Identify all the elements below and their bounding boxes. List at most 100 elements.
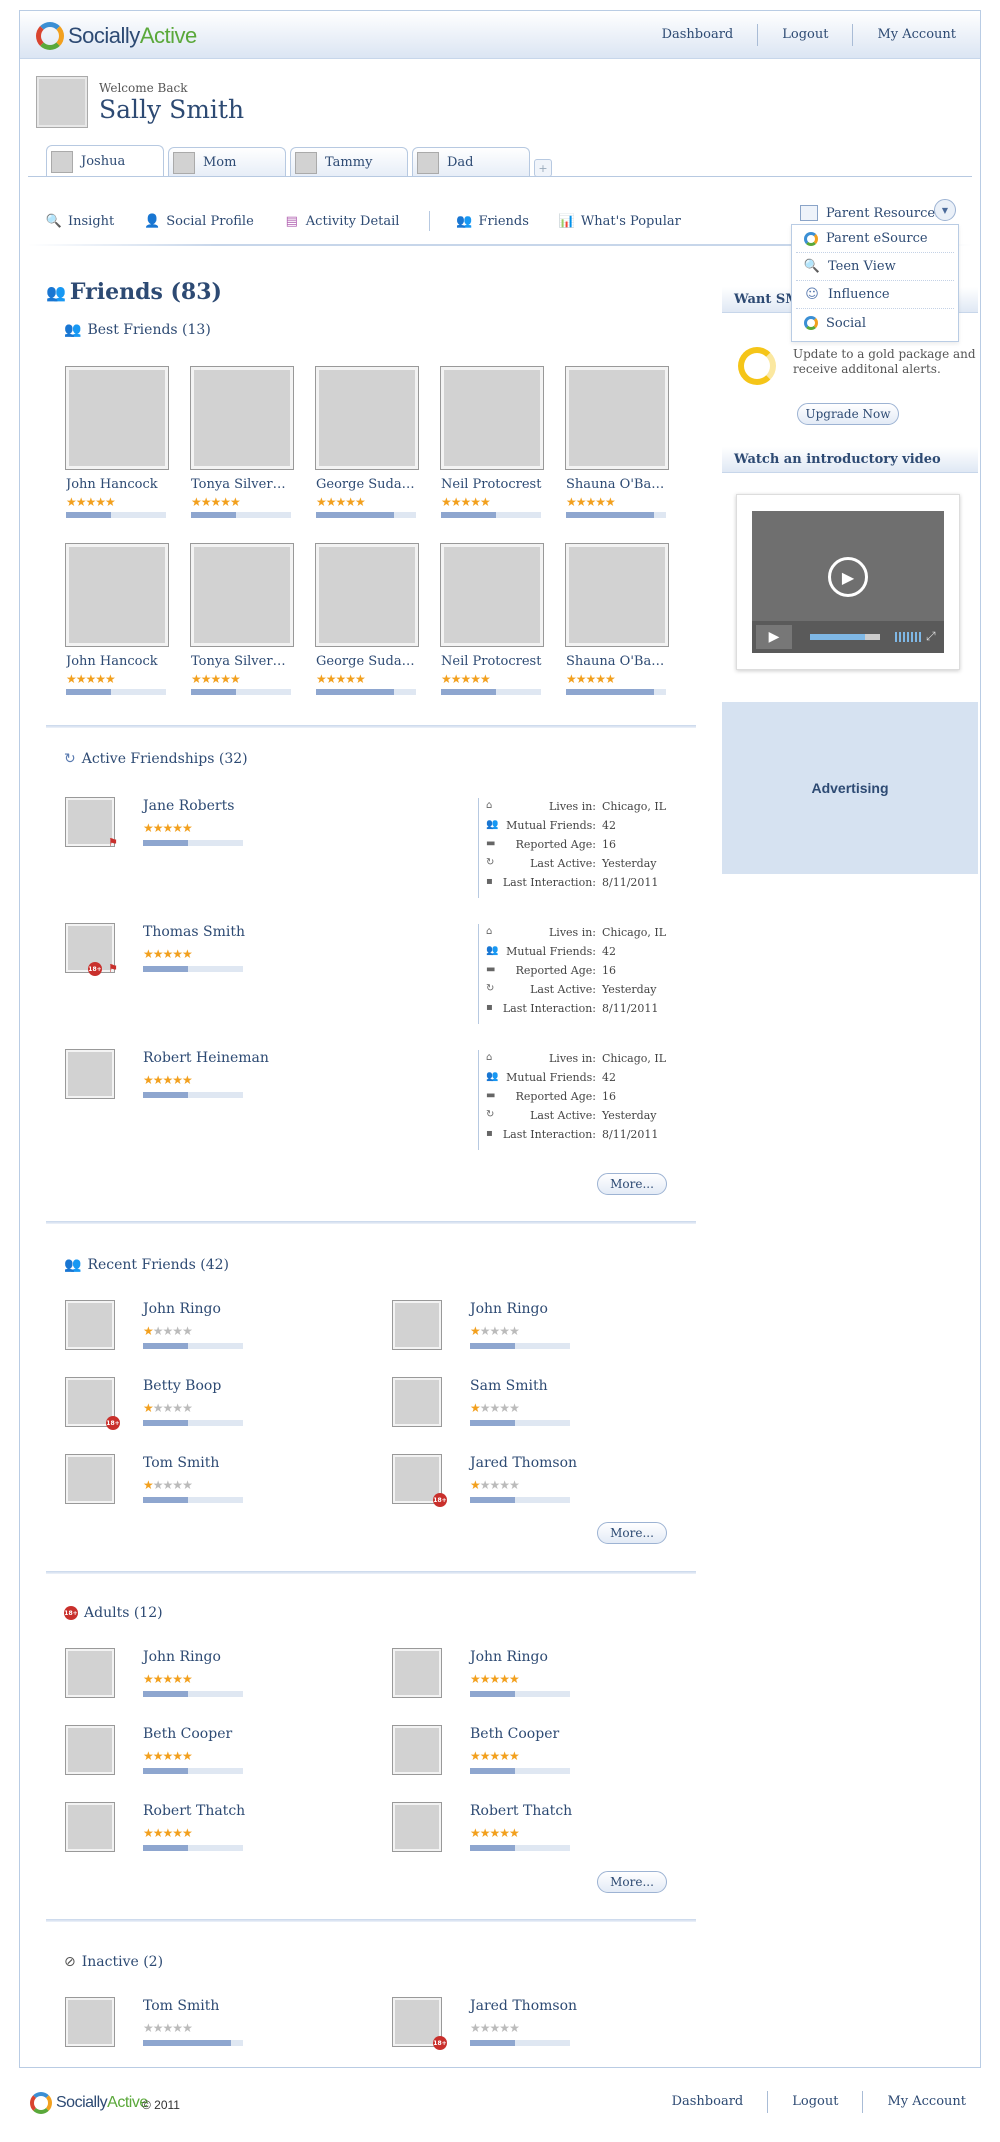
add-tab-button[interactable]: +: [534, 159, 552, 177]
friend-name[interactable]: Thomas Smith: [143, 924, 245, 940]
friend-photo[interactable]: [66, 544, 168, 646]
subnav-activity-detail[interactable]: ▤ Activity Detail: [284, 213, 400, 229]
friend-name[interactable]: Shauna O'Bann...: [566, 654, 668, 669]
subnav-insight[interactable]: 🔍 Insight: [46, 213, 114, 229]
friend-name[interactable]: Jane Roberts: [143, 798, 234, 814]
friend-photo[interactable]: [66, 1998, 114, 2046]
friend-card[interactable]: Shauna O'Bann... ★★★★★: [566, 367, 678, 518]
friend-row[interactable]: Robert Thatch ★★★★★: [66, 1803, 366, 1855]
nav-my-account-link[interactable]: My Account: [852, 24, 980, 46]
friend-name[interactable]: John Ringo: [143, 1301, 221, 1317]
friend-name[interactable]: Tonya Silverman: [191, 654, 293, 669]
active-friend-row[interactable]: Robert Heineman ★★★★★ ⌂ Lives in: Chicago, I…: [66, 1050, 686, 1150]
friend-photo[interactable]: [566, 367, 668, 469]
tab-tammy[interactable]: Tammy: [290, 147, 408, 177]
friend-row[interactable]: John Ringo ★★★★★: [66, 1649, 366, 1701]
friend-row[interactable]: Beth Cooper ★★★★★: [66, 1726, 366, 1778]
brand-logo[interactable]: SociallyActive: [36, 21, 197, 51]
friend-row[interactable]: Robert Thatch ★★★★★: [393, 1803, 693, 1855]
fullscreen-icon[interactable]: ⤢: [926, 629, 936, 644]
user-avatar[interactable]: [37, 77, 87, 127]
friend-row[interactable]: Tom Smith ★★★★★: [66, 1998, 366, 2050]
friend-name[interactable]: John Hancock: [66, 477, 168, 492]
friend-card[interactable]: Tonya Silverman ★★★★★: [191, 367, 303, 518]
friend-card[interactable]: John Hancock ★★★★★: [66, 544, 178, 695]
subnav-social-profile[interactable]: 👤 Social Profile: [144, 213, 254, 229]
volume-icon[interactable]: [895, 632, 921, 642]
play-icon[interactable]: ▶: [828, 557, 868, 597]
friend-photo[interactable]: [316, 544, 418, 646]
play-button[interactable]: ▶: [756, 625, 792, 649]
friend-card[interactable]: Tonya Silverman ★★★★★: [191, 544, 303, 695]
upgrade-now-button[interactable]: Upgrade Now: [797, 403, 899, 425]
adults-more-button[interactable]: More...: [597, 1871, 667, 1893]
friend-name[interactable]: Robert Thatch: [470, 1803, 572, 1819]
friend-photo[interactable]: [66, 1050, 114, 1098]
subnav-friends[interactable]: 👥 Friends: [456, 213, 529, 229]
video-progress-bar[interactable]: [810, 634, 880, 640]
active-more-button[interactable]: More...: [597, 1173, 667, 1195]
tab-mom[interactable]: Mom: [168, 147, 286, 177]
friend-photo[interactable]: [66, 1301, 114, 1349]
menu-item-teen-view[interactable]: 🔍 Teen View: [796, 253, 954, 281]
friend-row[interactable]: Jared Thomson ★★★★★ 18+: [393, 1455, 693, 1507]
friend-card[interactable]: Shauna O'Bann... ★★★★★: [566, 544, 678, 695]
recent-more-button[interactable]: More...: [597, 1522, 667, 1544]
friend-photo[interactable]: [393, 1726, 441, 1774]
active-friend-row[interactable]: Thomas Smith ★★★★★ 18+ ⚑ ⌂ Lives in: Chicago, …: [66, 924, 686, 1024]
friend-card[interactable]: Neil Protocrest ★★★★★: [441, 367, 553, 518]
friend-card[interactable]: George Sudaga... ★★★★★: [316, 544, 428, 695]
tab-joshua[interactable]: Joshua: [46, 145, 164, 177]
friend-row[interactable]: Tom Smith ★★★★★: [66, 1455, 366, 1507]
friend-name[interactable]: Shauna O'Bann...: [566, 477, 668, 492]
friend-name[interactable]: Betty Boop: [143, 1378, 221, 1394]
friend-name[interactable]: John Hancock: [66, 654, 168, 669]
menu-item-social[interactable]: Social: [796, 309, 954, 337]
friend-row[interactable]: Beth Cooper ★★★★★: [393, 1726, 693, 1778]
footer-logo[interactable]: SociallyActive: [30, 2092, 148, 2114]
chevron-down-icon[interactable]: ▼: [934, 199, 956, 221]
footer-my-account-link[interactable]: My Account: [862, 2091, 990, 2113]
friend-photo[interactable]: [66, 1649, 114, 1697]
friend-photo[interactable]: [66, 1803, 114, 1851]
friend-row[interactable]: John Ringo ★★★★★: [393, 1301, 693, 1353]
friend-card[interactable]: George Sudaga... ★★★★★: [316, 367, 428, 518]
friend-row[interactable]: John Ringo ★★★★★: [393, 1649, 693, 1701]
menu-item-influence[interactable]: ☺ Influence: [796, 281, 954, 309]
friend-name[interactable]: John Ringo: [470, 1301, 548, 1317]
friend-row[interactable]: Sam Smith ★★★★★: [393, 1378, 693, 1430]
friend-photo[interactable]: [66, 798, 114, 846]
friend-card[interactable]: John Hancock ★★★★★: [66, 367, 178, 518]
advertising-banner[interactable]: Advertising: [722, 702, 978, 874]
friend-photo[interactable]: [393, 1649, 441, 1697]
parent-resources-menu[interactable]: Parent Resources: [800, 199, 942, 227]
friend-name[interactable]: Robert Heineman: [143, 1050, 269, 1066]
friend-name[interactable]: Tonya Silverman: [191, 477, 293, 492]
friend-name[interactable]: Tom Smith: [143, 1998, 219, 2014]
friend-photo[interactable]: [566, 544, 668, 646]
friend-photo[interactable]: [191, 367, 293, 469]
active-friend-row[interactable]: Jane Roberts ★★★★★ ⚑ ⌂ Lives in: Chicago, IL 👥…: [66, 798, 686, 898]
footer-dashboard-link[interactable]: Dashboard: [648, 2091, 768, 2113]
friend-photo[interactable]: [441, 367, 543, 469]
friend-name[interactable]: Sam Smith: [470, 1378, 548, 1394]
friend-row[interactable]: John Ringo ★★★★★: [66, 1301, 366, 1353]
friend-photo[interactable]: [393, 1378, 441, 1426]
friend-photo[interactable]: [441, 544, 543, 646]
nav-dashboard-link[interactable]: Dashboard: [638, 24, 758, 46]
friend-name[interactable]: Jared Thomson: [470, 1455, 577, 1471]
subnav-whats-popular[interactable]: 📊 What's Popular: [559, 213, 681, 229]
friend-name[interactable]: John Ringo: [470, 1649, 548, 1665]
video-player[interactable]: ▶ ▶ ⤢: [752, 511, 944, 653]
friend-name[interactable]: John Ringo: [143, 1649, 221, 1665]
friend-name[interactable]: George Sudaga...: [316, 477, 418, 492]
friend-name[interactable]: George Sudaga...: [316, 654, 418, 669]
footer-logout-link[interactable]: Logout: [767, 2091, 862, 2113]
friend-photo[interactable]: [66, 1455, 114, 1503]
tab-dad[interactable]: Dad: [412, 147, 530, 177]
friend-name[interactable]: Beth Cooper: [470, 1726, 559, 1742]
friend-name[interactable]: Robert Thatch: [143, 1803, 245, 1819]
friend-photo[interactable]: [393, 1301, 441, 1349]
friend-row[interactable]: Jared Thomson ★★★★★ 18+: [393, 1998, 693, 2050]
friend-name[interactable]: Beth Cooper: [143, 1726, 232, 1742]
